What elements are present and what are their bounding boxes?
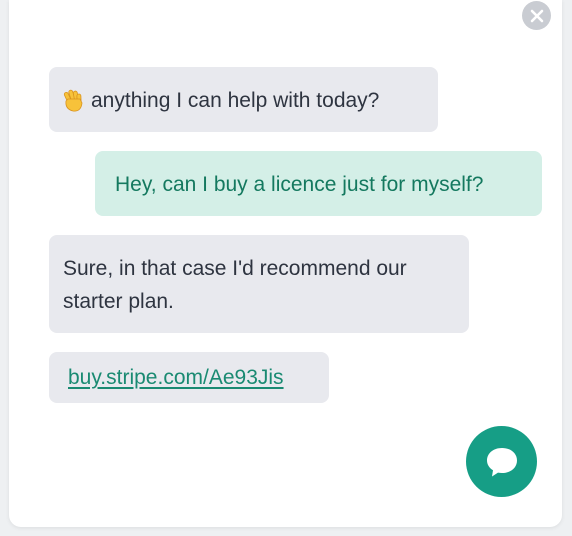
chat-launcher-button[interactable] <box>466 426 537 497</box>
bot-message: anything I can help with today? <box>49 67 438 132</box>
chat-widget: anything I can help with today? Hey, can… <box>9 0 562 527</box>
bot-message: Sure, in that case I'd recommend our sta… <box>49 235 469 333</box>
message-text: anything I can help with today? <box>91 89 380 112</box>
message-text: Hey, can I buy a licence just for myself… <box>115 173 484 196</box>
waving-hand-icon <box>63 89 83 112</box>
payment-link[interactable]: buy.stripe.com/Ae93Jis <box>68 366 284 389</box>
close-button[interactable] <box>522 1 551 30</box>
close-icon <box>530 9 543 22</box>
message-text: Sure, in that case I'd recommend our sta… <box>63 257 407 313</box>
chat-bubble-icon <box>486 447 517 476</box>
bot-link-message: buy.stripe.com/Ae93Jis <box>49 352 329 403</box>
user-message: Hey, can I buy a licence just for myself… <box>95 151 542 216</box>
